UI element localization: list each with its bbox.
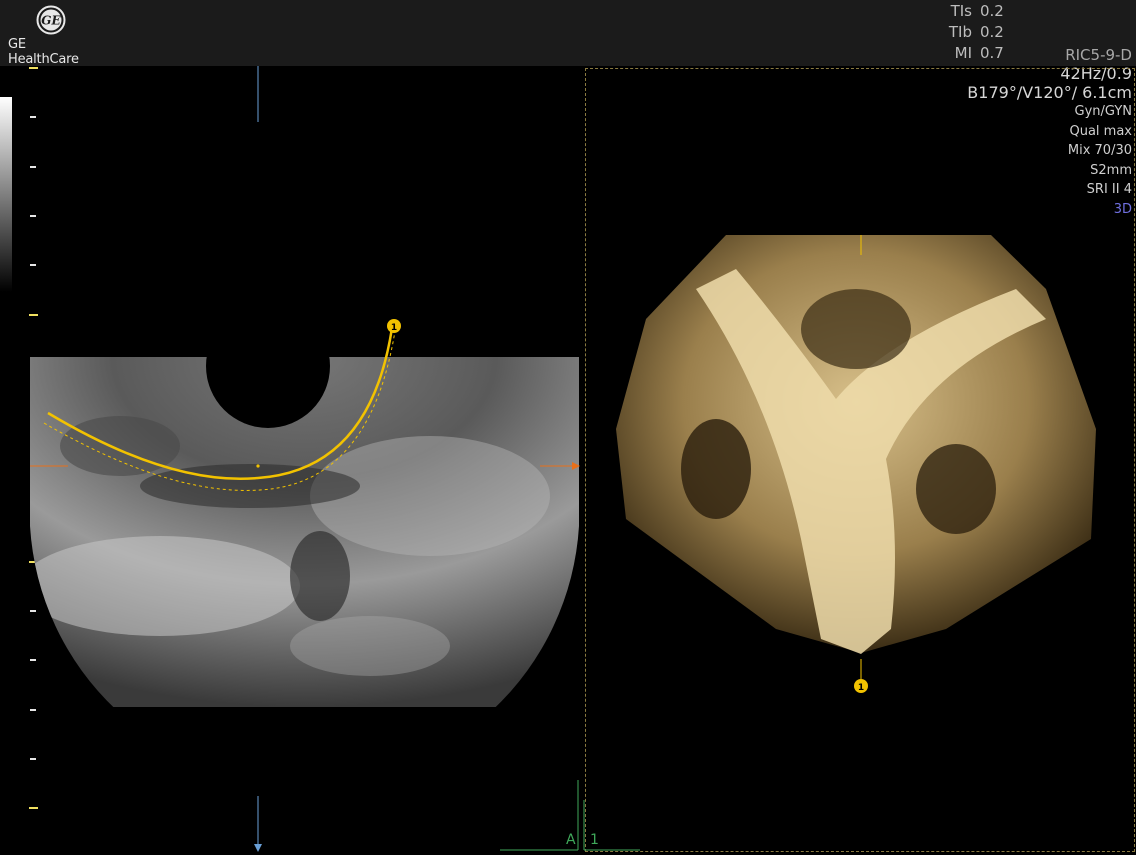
dark-region (681, 419, 751, 519)
probe-name: RIC5-9-D (1065, 46, 1132, 64)
reference-label-1: 1 (590, 832, 599, 848)
safety-value: 0.2 (980, 2, 1004, 20)
ge-monogram-icon: GE (36, 5, 66, 35)
volume-render: 1 (616, 235, 1096, 693)
probe-aperture (206, 304, 330, 428)
bmode-image-panel[interactable]: 1 (0, 66, 582, 852)
safety-value: 0.2 (980, 23, 1004, 41)
render-view-panel[interactable]: 1 (585, 68, 1135, 852)
cursor-arrow-down-icon (254, 844, 262, 852)
safety-row-tis: TIs 0.2 (930, 2, 1010, 23)
safety-key: MI (954, 44, 972, 62)
curve-center-dot (256, 464, 260, 468)
reference-label-a: A (566, 832, 576, 848)
dark-region (801, 289, 911, 369)
render-marker[interactable]: 1 (854, 679, 868, 693)
safety-row-tib: TIb 0.2 (930, 23, 1010, 44)
safety-key: TIb (948, 23, 972, 41)
curve-marker[interactable]: 1 (387, 319, 401, 333)
dark-region (916, 444, 996, 534)
safety-key: TIs (950, 2, 972, 20)
svg-text:GE: GE (41, 14, 61, 28)
render-marker-label: 1 (858, 683, 864, 693)
top-header-bar: GE GE HealthCare TIs 0.2 TIb 0.2 MI 0.7 (0, 0, 1136, 67)
curve-marker-label: 1 (391, 323, 397, 333)
